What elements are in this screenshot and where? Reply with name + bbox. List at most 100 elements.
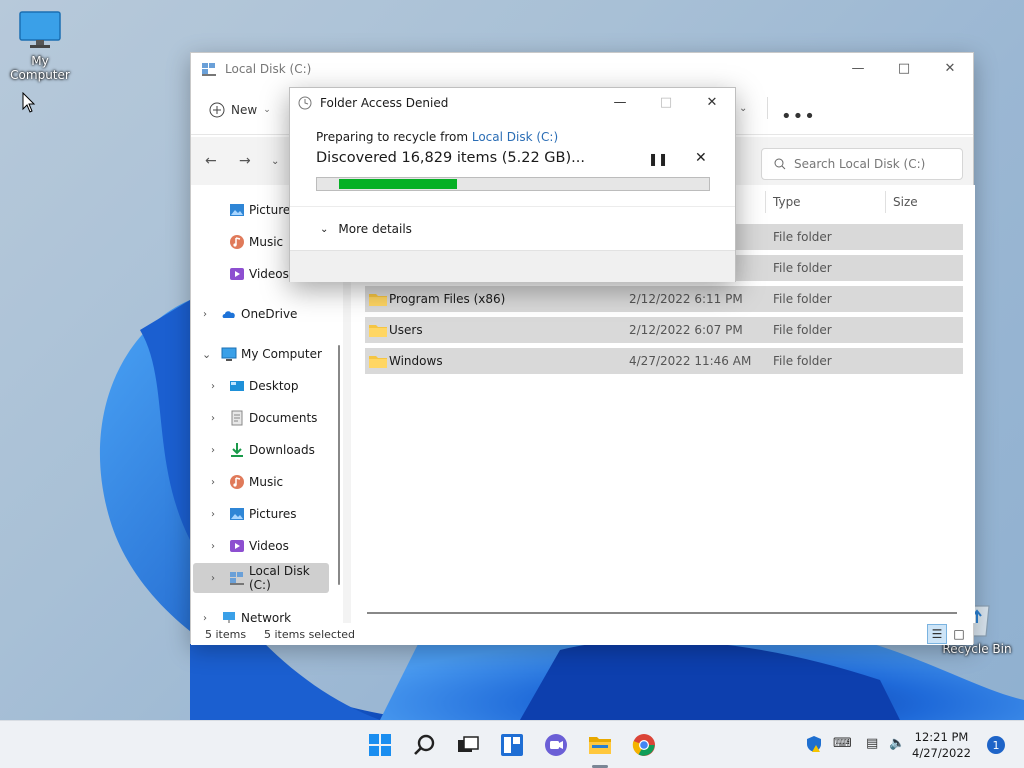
row-type: File folder — [773, 323, 832, 337]
close-button[interactable]: ✕ — [927, 53, 973, 83]
sidebar-item-label: My Computer — [241, 347, 322, 361]
local-disk-icon — [230, 572, 244, 585]
horizontal-scrollbar[interactable] — [367, 612, 957, 614]
column-header-type[interactable]: Type — [773, 195, 801, 209]
sidebar-item-pictures-2[interactable]: › Pictures — [191, 499, 343, 529]
dialog-footer — [290, 250, 735, 282]
row-date: 2/12/2022 6:11 PM — [629, 292, 743, 306]
table-row[interactable]: Users 2/12/2022 6:07 PM File folder — [365, 317, 963, 343]
row-type: File folder — [773, 292, 832, 306]
dialog-window-controls: — □ ✕ — [597, 88, 735, 116]
search-input[interactable]: Search Local Disk (C:) — [761, 148, 963, 180]
chevron-right-icon[interactable]: › — [211, 573, 215, 584]
minimize-button[interactable]: — — [835, 53, 881, 83]
chevron-right-icon[interactable]: › — [211, 509, 215, 520]
more-details-toggle[interactable]: ⌄ More details — [320, 222, 412, 236]
chevron-right-icon[interactable]: › — [211, 381, 215, 392]
sidebar-scrollbar[interactable] — [338, 345, 340, 585]
maximize-button[interactable]: □ — [881, 53, 927, 83]
new-button[interactable]: New ⌄ — [209, 102, 271, 118]
sidebar-item-network[interactable]: › Network — [191, 603, 343, 623]
clock-time: 12:21 PM — [914, 730, 969, 744]
toolbar-divider — [767, 97, 768, 119]
volume-icon[interactable]: 🔈 — [889, 736, 905, 751]
table-row[interactable]: Windows 4/27/2022 11:46 AM File folder — [365, 348, 963, 374]
row-type: File folder — [773, 261, 832, 275]
chevron-down-icon[interactable]: ⌄ — [202, 348, 211, 361]
system-clock[interactable]: 12:21 PM 4/27/2022 — [912, 729, 971, 761]
search-icon[interactable] — [413, 733, 437, 757]
close-button[interactable]: ✕ — [689, 88, 735, 116]
pictures-icon — [230, 508, 244, 520]
back-arrow-icon[interactable]: ← — [205, 153, 217, 169]
task-view-icon[interactable] — [456, 733, 480, 757]
chevron-down-icon: ⌄ — [320, 223, 329, 235]
row-type: File folder — [773, 230, 832, 244]
row-name: Users — [389, 323, 423, 337]
chevron-right-icon[interactable]: › — [211, 477, 215, 488]
videos-icon — [230, 268, 244, 280]
large-icons-view-icon[interactable]: □ — [949, 624, 969, 644]
search-icon — [774, 158, 786, 170]
more-details-label: More details — [338, 222, 412, 236]
chevron-right-icon[interactable]: › — [211, 445, 215, 456]
network-status-icon[interactable]: ▤ — [866, 736, 878, 751]
clock-date: 4/27/2022 — [912, 746, 971, 760]
progress-dialog: Folder Access Denied — □ ✕ Preparing to … — [289, 87, 736, 282]
table-row[interactable]: Program Files (x86) 2/12/2022 6:11 PM Fi… — [365, 286, 963, 312]
chat-icon[interactable] — [544, 733, 568, 757]
keyboard-icon[interactable]: ⌨ — [833, 736, 852, 751]
details-view-icon[interactable]: ☰ — [927, 624, 947, 644]
sidebar-item-my-computer[interactable]: ⌄ My Computer — [191, 339, 343, 369]
status-bar: 5 items 5 items selected ☰ □ — [191, 623, 973, 645]
source-link[interactable]: Local Disk (C:) — [472, 130, 558, 144]
column-divider — [885, 191, 886, 213]
new-button-label: New — [231, 102, 258, 117]
folder-icon — [369, 356, 387, 368]
sidebar-item-label: Local Disk (C:) — [249, 564, 310, 592]
sidebar-item-label: Documents — [249, 411, 318, 425]
chevron-right-icon[interactable]: › — [203, 613, 207, 624]
more-options-button[interactable]: ••• — [781, 106, 816, 127]
progress-bar — [316, 177, 710, 191]
cancel-operation-button[interactable]: ✕ — [695, 150, 707, 166]
sidebar-item-downloads[interactable]: › Downloads — [191, 435, 343, 465]
recent-locations-chevron-icon[interactable]: ⌄ — [271, 156, 279, 167]
chevron-down-icon[interactable]: ⌄ — [739, 103, 747, 114]
item-count: 5 items — [205, 627, 247, 641]
sidebar-item-local-disk[interactable]: › Local Disk (C:) — [193, 563, 329, 593]
security-shield-icon[interactable] — [805, 735, 823, 753]
documents-icon — [231, 410, 243, 426]
local-disk-icon — [202, 63, 216, 76]
minimize-button[interactable]: — — [597, 88, 643, 116]
pause-button[interactable]: ❚❚ — [648, 152, 668, 166]
chevron-right-icon[interactable]: › — [211, 541, 215, 552]
row-type: File folder — [773, 354, 832, 368]
forward-arrow-icon[interactable]: → — [239, 153, 251, 169]
maximize-button: □ — [659, 94, 673, 110]
sidebar-item-desktop[interactable]: › Desktop — [191, 371, 343, 401]
desktop-icon-my-computer[interactable]: My Computer — [2, 10, 78, 82]
sidebar-item-label: Network — [241, 611, 292, 623]
windows-start-icon[interactable] — [368, 733, 392, 757]
file-explorer-icon[interactable] — [588, 733, 612, 757]
sidebar-item-label: Videos — [249, 267, 289, 281]
operation-description: Preparing to recycle from Local Disk (C:… — [316, 130, 558, 144]
sidebar-item-videos-2[interactable]: › Videos — [191, 531, 343, 561]
selected-count: 5 items selected — [264, 627, 356, 641]
notification-badge[interactable]: 1 — [987, 736, 1005, 754]
sidebar-item-onedrive[interactable]: › OneDrive — [191, 299, 343, 329]
window-controls: — □ ✕ — [835, 53, 973, 83]
row-date: 2/12/2022 6:07 PM — [629, 323, 743, 337]
chevron-right-icon[interactable]: › — [211, 413, 215, 424]
sidebar-item-documents[interactable]: › Documents — [191, 403, 343, 433]
chrome-icon[interactable] — [632, 733, 656, 757]
chevron-right-icon[interactable]: › — [203, 309, 207, 320]
widgets-icon[interactable] — [500, 733, 524, 757]
column-header-size[interactable]: Size — [893, 195, 918, 209]
onedrive-icon — [222, 311, 235, 318]
sidebar-item-music-2[interactable]: › Music — [191, 467, 343, 497]
operation-prefix: Preparing to recycle from — [316, 130, 472, 144]
monitor-icon — [19, 11, 61, 48]
plus-circle-icon — [209, 102, 225, 117]
